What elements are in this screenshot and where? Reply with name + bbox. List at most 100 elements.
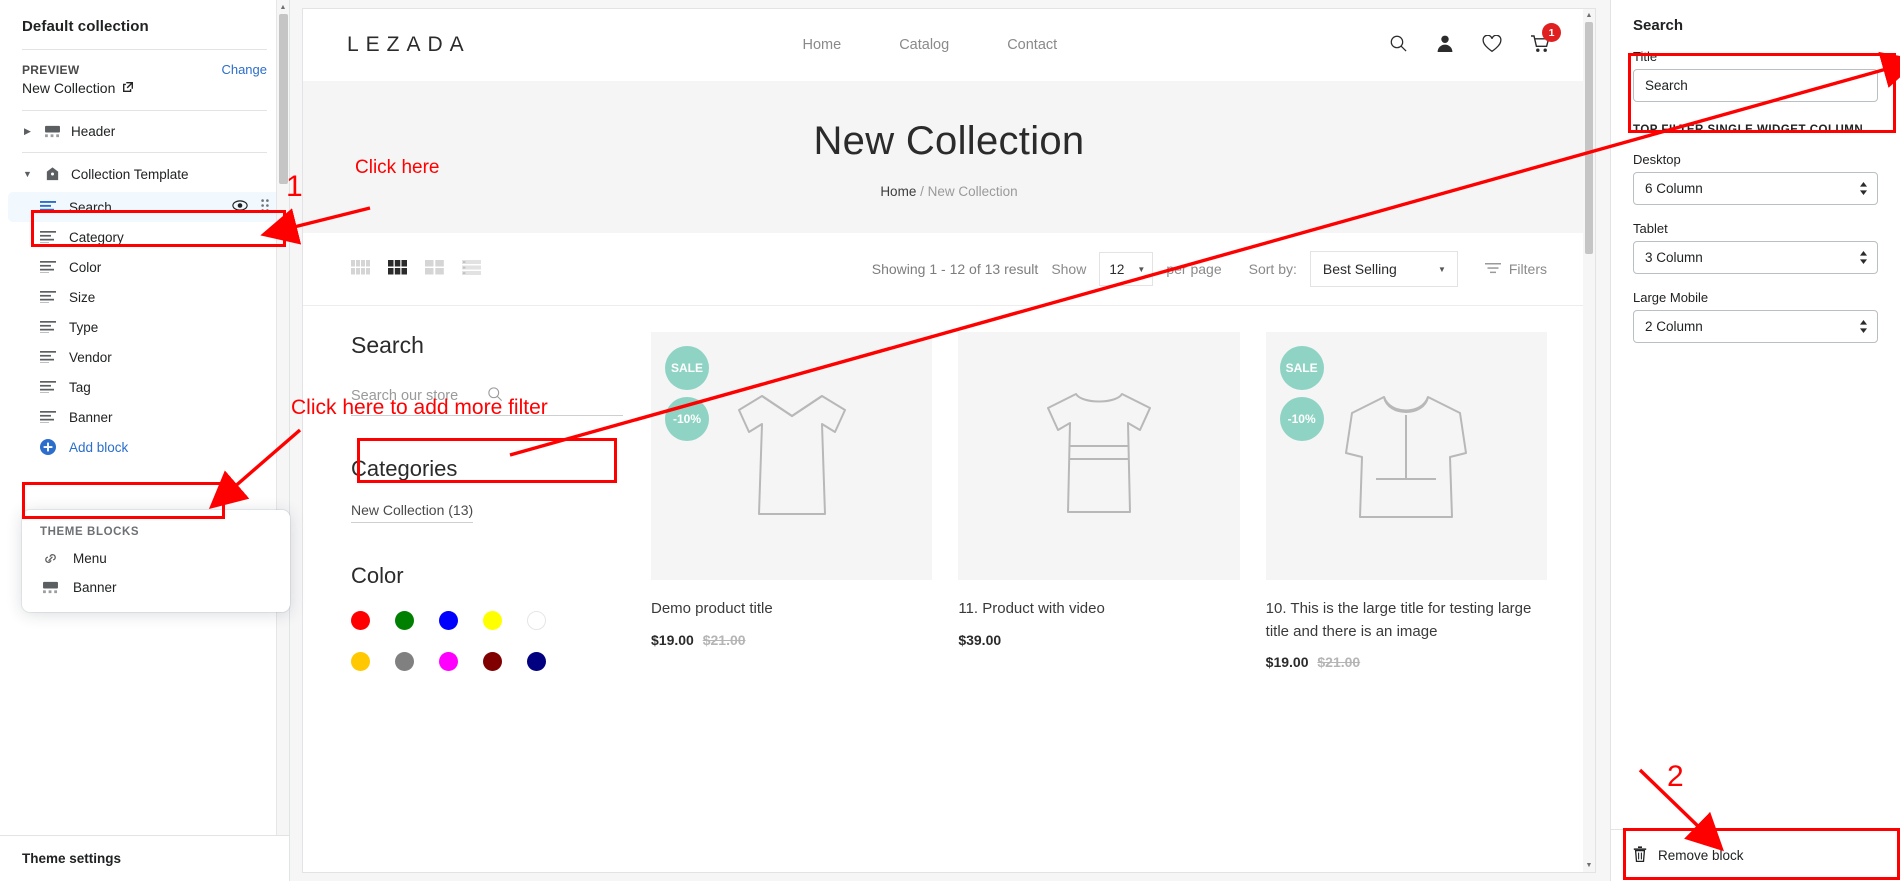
- color-swatch[interactable]: [483, 652, 502, 671]
- remove-block-button[interactable]: Remove block: [1611, 830, 1900, 881]
- block-item-size[interactable]: Size: [8, 282, 281, 312]
- search-icon[interactable]: [1389, 34, 1408, 56]
- store-search-input[interactable]: Search our store: [351, 386, 623, 416]
- hoodie-outline-icon: [1345, 396, 1468, 518]
- tablet-label: Tablet: [1633, 221, 1668, 236]
- scroll-up-arrow-icon[interactable]: ▲: [277, 0, 289, 14]
- sort-by-select[interactable]: Best Selling ▼: [1309, 251, 1458, 287]
- product-price-value: $19.00: [1265, 654, 1309, 670]
- toolbar-controls: Showing 1 - 12 of 13 result Show 12 ▼ pe…: [872, 251, 1547, 287]
- block-item-search[interactable]: Search: [8, 192, 281, 222]
- product-thumbnail[interactable]: SALE -10%: [1265, 332, 1547, 580]
- product-title[interactable]: 10. This is the large title for testing …: [1266, 598, 1547, 643]
- account-icon[interactable]: [1436, 34, 1454, 56]
- product-title[interactable]: 11. Product with video: [958, 598, 1239, 621]
- block-item-type-label: Type: [69, 319, 99, 335]
- tree-item-header[interactable]: ▶ Header: [8, 117, 281, 146]
- right-sidebar-title: Search: [1633, 17, 1684, 34]
- tablet-column-value: 3 Column: [1645, 250, 1703, 265]
- breadcrumb-home[interactable]: Home: [880, 184, 916, 199]
- flyout-item-menu[interactable]: Menu: [22, 544, 290, 573]
- change-link[interactable]: Change: [221, 62, 267, 77]
- external-link-icon[interactable]: [122, 80, 134, 96]
- cart-icon[interactable]: 1: [1530, 23, 1561, 56]
- right-sidebar: Search Title Search TOP FILTER SINGLE WI…: [1610, 0, 1900, 881]
- per-page-select[interactable]: 12 ▼: [1099, 252, 1154, 286]
- large-mobile-label: Large Mobile: [1633, 290, 1709, 305]
- scroll-down-arrow-icon[interactable]: ▼: [1583, 859, 1595, 872]
- nav-link-catalog[interactable]: Catalog: [899, 37, 949, 53]
- tree-item-collection-template-label: Collection Template: [71, 166, 189, 182]
- visibility-eye-icon[interactable]: [232, 199, 248, 215]
- filter-lines-icon: [38, 291, 58, 303]
- color-swatch[interactable]: [527, 652, 546, 671]
- block-item-category[interactable]: Category: [8, 222, 281, 252]
- category-link-new-collection[interactable]: New Collection (13): [351, 502, 474, 523]
- block-item-vendor[interactable]: Vendor: [8, 342, 281, 372]
- view-toggle-group: [351, 260, 481, 278]
- header-icon: [42, 125, 62, 139]
- product-card[interactable]: 11. Product with video $39.00: [958, 332, 1240, 671]
- block-item-type[interactable]: Type: [8, 312, 281, 342]
- product-thumbnail[interactable]: SALE -10%: [651, 332, 933, 580]
- block-item-banner[interactable]: Banner: [8, 402, 281, 432]
- wishlist-icon[interactable]: [1482, 34, 1502, 56]
- tree-item-collection-template[interactable]: ▼ Collection Template: [8, 159, 281, 189]
- product-title[interactable]: Demo product title: [651, 598, 932, 621]
- color-swatch[interactable]: [527, 611, 546, 630]
- product-badges: SALE -10%: [1279, 346, 1324, 441]
- filter-lines-icon: [38, 411, 58, 423]
- scroll-up-arrow-icon[interactable]: ▲: [1583, 9, 1595, 22]
- scrollbar-thumb[interactable]: [1585, 22, 1593, 254]
- tablet-column-select[interactable]: 3 Column: [1633, 241, 1878, 274]
- view-toggle-4col-icon[interactable]: [351, 260, 370, 278]
- add-block-button[interactable]: Add block: [8, 432, 281, 462]
- flyout-item-menu-label: Menu: [73, 551, 107, 566]
- scrollbar-thumb[interactable]: [279, 14, 288, 184]
- brand-logo[interactable]: LEZADA: [347, 33, 471, 57]
- theme-settings-button[interactable]: Theme settings: [0, 835, 289, 881]
- flyout-item-banner[interactable]: Banner: [22, 573, 290, 602]
- desktop-column-select[interactable]: 6 Column: [1633, 172, 1878, 205]
- block-item-color[interactable]: Color: [8, 252, 281, 282]
- left-sidebar-scrollbar[interactable]: ▲ ▼: [276, 0, 289, 835]
- stepper-arrows-icon: [1859, 182, 1868, 195]
- trash-icon: [1633, 846, 1647, 865]
- color-swatch[interactable]: [351, 611, 370, 630]
- chevron-right-icon[interactable]: ▶: [22, 126, 33, 137]
- color-swatch[interactable]: [395, 611, 414, 630]
- block-item-tag[interactable]: Tag: [8, 372, 281, 402]
- collection-hero: New Collection Home / New Collection: [303, 81, 1595, 233]
- collection-body: Search Search our store Categories New C…: [303, 306, 1595, 671]
- color-swatch[interactable]: [483, 611, 502, 630]
- section-tree: ▶ Header ▼ Collection Template Search Ca…: [0, 117, 289, 462]
- view-toggle-list-icon[interactable]: [462, 260, 481, 278]
- discount-badge: -10%: [665, 397, 709, 441]
- color-swatch[interactable]: [395, 652, 414, 671]
- color-swatch[interactable]: [351, 652, 370, 671]
- nav-link-home[interactable]: Home: [803, 37, 842, 53]
- title-input[interactable]: Search: [1633, 69, 1878, 102]
- preview-scrollbar[interactable]: ▲ ▼: [1583, 9, 1595, 872]
- view-toggle-3col-icon[interactable]: [388, 260, 407, 278]
- filters-button[interactable]: Filters: [1484, 261, 1547, 277]
- nav-link-contact[interactable]: Contact: [1007, 37, 1057, 53]
- search-icon[interactable]: [487, 386, 623, 406]
- large-mobile-column-select[interactable]: 2 Column: [1633, 310, 1878, 343]
- drag-handle-icon[interactable]: [261, 199, 269, 215]
- chevron-down-icon[interactable]: ▼: [22, 169, 33, 179]
- storefront-preview: LEZADA Home Catalog Contact 1 New Collec…: [302, 8, 1596, 873]
- product-card[interactable]: SALE -10% Demo product title $19.00 $21.…: [651, 332, 933, 671]
- color-swatch[interactable]: [439, 611, 458, 630]
- scroll-down-arrow-icon[interactable]: ▼: [277, 834, 289, 835]
- app-root: Default collection PREVIEW Change New Co…: [0, 0, 1900, 881]
- preview-value-row: New Collection: [22, 80, 267, 96]
- color-swatch[interactable]: [439, 652, 458, 671]
- breadcrumb: Home / New Collection: [303, 184, 1595, 199]
- product-thumbnail[interactable]: [958, 332, 1240, 580]
- view-toggle-2col-icon[interactable]: [425, 260, 444, 278]
- product-card[interactable]: SALE -10% 10. This is the large title fo…: [1265, 332, 1547, 671]
- right-sidebar-body: Title Search TOP FILTER SINGLE WIDGET CO…: [1611, 47, 1900, 829]
- categories-title: Categories: [351, 456, 458, 481]
- filter-lines-icon: [38, 351, 58, 363]
